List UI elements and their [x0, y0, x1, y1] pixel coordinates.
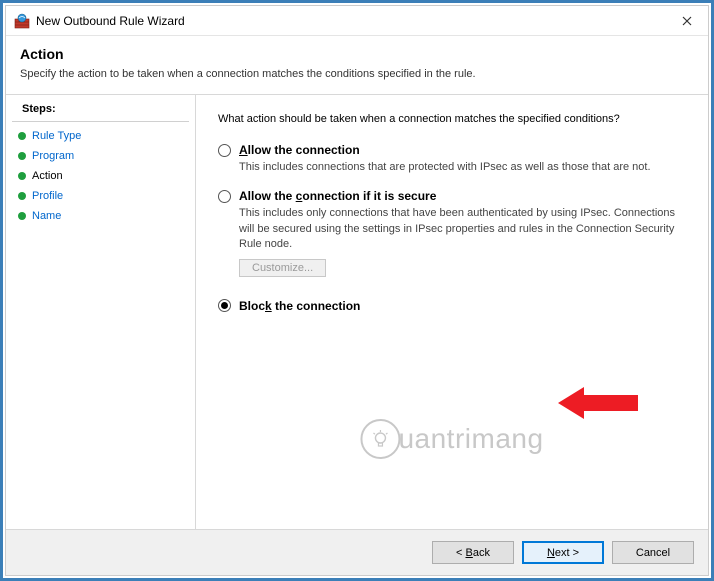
radio-allow[interactable] — [218, 144, 231, 157]
steps-heading: Steps: — [12, 99, 189, 122]
option-block: Block the connection — [218, 299, 686, 313]
step-label: Rule Type — [32, 130, 81, 142]
wizard-footer: < Back Next > Cancel — [6, 529, 708, 575]
step-bullet-icon — [18, 132, 26, 140]
txt: llow the connection — [248, 143, 360, 157]
red-arrow-annotation — [558, 383, 638, 423]
option-allow-label: Allow the connection — [239, 143, 360, 157]
step-rule-type[interactable]: Rule Type — [6, 126, 195, 146]
titlebar: New Outbound Rule Wizard — [6, 6, 708, 36]
step-program[interactable]: Program — [6, 146, 195, 166]
close-button[interactable] — [666, 6, 708, 36]
steps-panel: Steps: Rule Type Program Action Profile — [6, 95, 196, 529]
step-action[interactable]: Action — [6, 166, 195, 186]
window-title: New Outbound Rule Wizard — [36, 14, 185, 28]
next-button[interactable]: Next > — [522, 541, 604, 564]
option-allow-desc: This includes connections that are prote… — [239, 160, 679, 175]
firewall-icon — [14, 13, 30, 29]
question-text: What action should be taken when a conne… — [218, 113, 686, 125]
content-panel: What action should be taken when a conne… — [196, 95, 708, 529]
page-subtitle: Specify the action to be taken when a co… — [20, 68, 694, 80]
radio-block[interactable] — [218, 299, 231, 312]
step-bullet-icon — [18, 212, 26, 220]
cancel-button[interactable]: Cancel — [612, 541, 694, 564]
customize-button: Customize... — [239, 259, 326, 277]
option-allow-secure: Allow the connection if it is secure Thi… — [218, 189, 686, 276]
wizard-header: Action Specify the action to be taken wh… — [6, 36, 708, 95]
step-name[interactable]: Name — [6, 206, 195, 226]
step-label: Program — [32, 150, 74, 162]
radio-allow-secure[interactable] — [218, 190, 231, 203]
step-label: Name — [32, 210, 61, 222]
step-bullet-icon — [18, 192, 26, 200]
option-allow-secure-label: Allow the connection if it is secure — [239, 189, 436, 203]
step-bullet-icon — [18, 152, 26, 160]
watermark: uantrimang — [360, 419, 543, 459]
step-label: Action — [32, 170, 63, 182]
page-title: Action — [20, 46, 694, 62]
option-allow-secure-desc: This includes only connections that have… — [239, 206, 679, 252]
option-allow: Allow the connection This includes conne… — [218, 143, 686, 175]
watermark-text: uantrimang — [398, 423, 543, 455]
lightbulb-icon — [360, 419, 400, 459]
step-bullet-icon — [18, 172, 26, 180]
option-block-label: Block the connection — [239, 299, 360, 313]
step-label: Profile — [32, 190, 63, 202]
step-profile[interactable]: Profile — [6, 186, 195, 206]
back-button[interactable]: < Back — [432, 541, 514, 564]
